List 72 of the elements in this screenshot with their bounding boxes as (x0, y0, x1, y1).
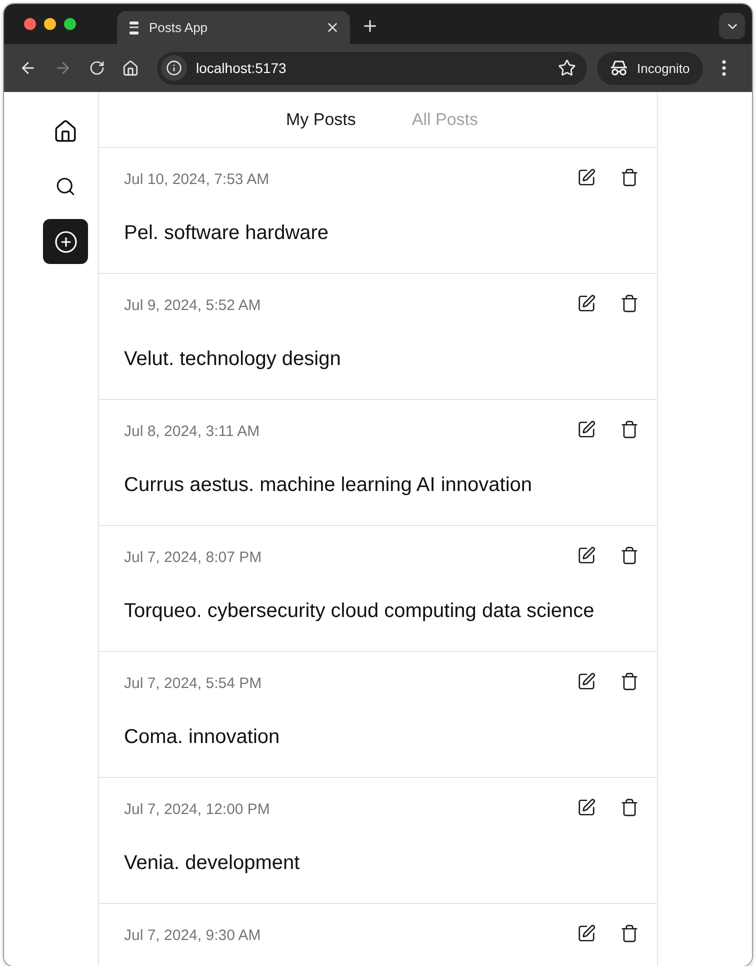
post-title: Currus aestus. machine learning AI innovation (124, 474, 532, 497)
address-bar[interactable]: localhost:5173 (157, 52, 587, 84)
close-icon (325, 20, 340, 35)
delete-post-button[interactable] (620, 546, 639, 564)
home-icon (53, 119, 78, 144)
trash-icon (620, 168, 639, 186)
trash-icon (620, 672, 639, 690)
star-icon (558, 59, 576, 77)
trash-icon (620, 798, 639, 816)
edit-post-button[interactable] (577, 672, 596, 690)
close-tab-button[interactable] (325, 20, 340, 35)
post-date: Jul 10, 2024, 7:53 AM (124, 170, 270, 188)
post-date: Jul 9, 2024, 5:52 AM (124, 296, 261, 314)
trash-icon (620, 420, 639, 438)
post-date: Jul 7, 2024, 5:54 PM (124, 674, 262, 692)
tab-title: Posts App (149, 20, 208, 35)
close-window-button[interactable] (24, 18, 36, 30)
edit-icon (577, 672, 596, 690)
delete-post-button[interactable] (620, 672, 639, 690)
back-button[interactable] (19, 59, 37, 77)
edit-icon (577, 546, 596, 564)
post-date: Jul 7, 2024, 8:07 PM (124, 548, 262, 566)
plus-circle-icon (54, 230, 78, 254)
reload-icon (89, 60, 105, 76)
forward-arrow-icon (54, 59, 72, 77)
post-date: Jul 8, 2024, 3:11 AM (124, 422, 260, 440)
delete-post-button[interactable] (620, 798, 639, 816)
home-button[interactable] (122, 60, 139, 76)
delete-post-button[interactable] (620, 168, 639, 186)
edit-icon (577, 924, 596, 942)
post-date: Jul 7, 2024, 9:30 AM (124, 926, 261, 944)
trash-icon (620, 546, 639, 564)
site-info-icon[interactable] (161, 55, 187, 81)
page-favicon-icon (129, 20, 139, 34)
delete-post-button[interactable] (620, 294, 639, 312)
post-title: Coma. innovation (124, 726, 280, 749)
delete-post-button[interactable] (620, 924, 639, 942)
edit-post-button[interactable] (577, 294, 596, 312)
minimize-window-button[interactable] (44, 18, 56, 30)
search-icon (55, 176, 76, 197)
edit-post-button[interactable] (577, 798, 596, 816)
post-title: Venia. development (124, 852, 300, 875)
edit-icon (577, 420, 596, 438)
incognito-icon (610, 60, 628, 76)
edit-icon (577, 168, 596, 186)
zoom-window-button[interactable] (64, 18, 76, 30)
reload-button[interactable] (89, 60, 105, 76)
trash-icon (620, 924, 639, 942)
create-post-button[interactable] (43, 219, 88, 264)
edit-post-button[interactable] (577, 168, 596, 186)
incognito-button[interactable]: Incognito (597, 52, 703, 84)
edit-icon (577, 798, 596, 816)
browser-menu-button[interactable] (722, 60, 726, 76)
address-text: localhost:5173 (196, 60, 286, 76)
edit-icon (577, 294, 596, 312)
post-title: Torqueo. cybersecurity cloud computing data science (124, 600, 594, 623)
bookmark-star-button[interactable] (558, 59, 576, 77)
home-icon (122, 60, 139, 76)
browser-tab[interactable]: Posts App (117, 11, 350, 44)
edit-post-button[interactable] (577, 420, 596, 438)
post-date: Jul 7, 2024, 12:00 PM (124, 800, 270, 818)
delete-post-button[interactable] (620, 420, 639, 438)
edit-post-button[interactable] (577, 546, 596, 564)
plus-icon (361, 17, 379, 35)
trash-icon (620, 294, 639, 312)
more-vertical-icon (722, 60, 726, 76)
post-title: Pel. software hardware (124, 222, 329, 245)
post-title: Velut. technology design (124, 348, 341, 371)
tab-list-button[interactable] (719, 13, 745, 39)
posts-tab[interactable]: My Posts (282, 106, 360, 134)
edit-post-button[interactable] (577, 924, 596, 942)
new-tab-button[interactable] (361, 17, 379, 35)
